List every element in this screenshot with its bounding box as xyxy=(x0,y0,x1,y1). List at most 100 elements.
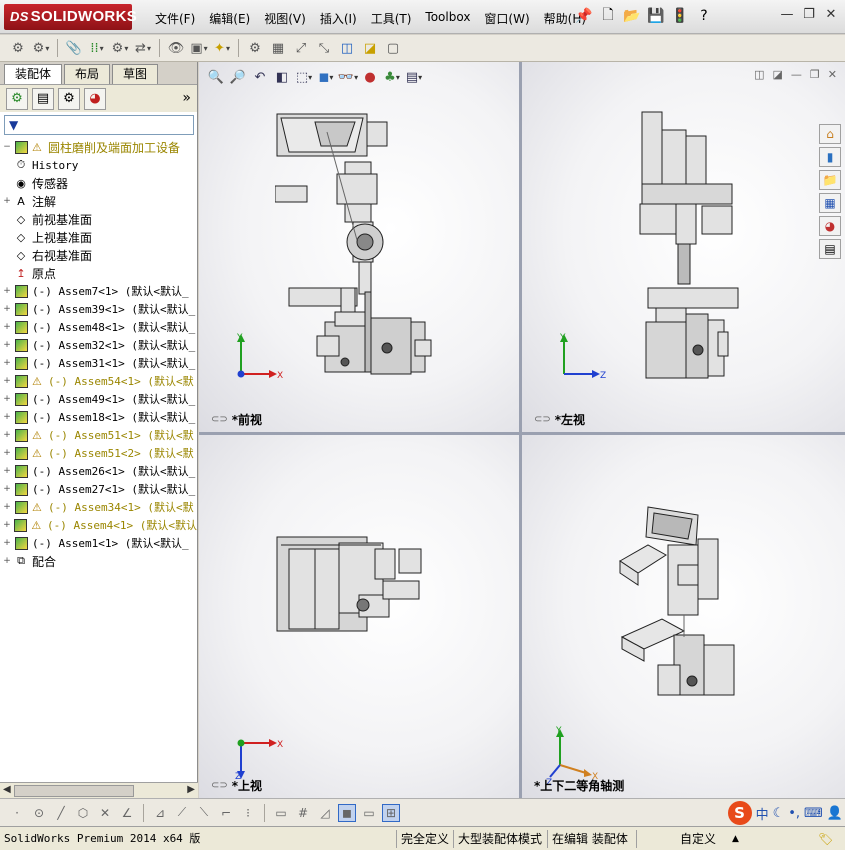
link-views-icon[interactable]: ⊂⊃ xyxy=(534,414,551,425)
expand-icon[interactable]: + xyxy=(2,412,12,422)
tree-component[interactable]: + ⚠ (-) Assem4<1> (默认<默认 xyxy=(2,516,197,534)
menu-file[interactable]: 文件(F) xyxy=(148,8,202,29)
status-units-caret[interactable]: ▲ xyxy=(732,830,739,848)
design-library-icon[interactable]: ▮ xyxy=(819,147,841,167)
tab-assembly[interactable]: 装配体 xyxy=(4,64,63,84)
help-icon[interactable]: ? xyxy=(694,6,714,26)
pin-icon[interactable]: 📌 xyxy=(574,6,594,26)
expand-icon[interactable]: + xyxy=(2,466,12,476)
move-component-icon[interactable]: ⇄ xyxy=(133,38,153,58)
view-settings-icon[interactable]: ▤ xyxy=(405,68,423,86)
menu-view[interactable]: 视图(V) xyxy=(257,8,313,29)
explode-line-sketch-icon[interactable]: ⤡ xyxy=(314,38,334,58)
expand-icon[interactable]: + xyxy=(2,304,12,314)
zoom-to-fit-icon[interactable]: 🔍 xyxy=(207,68,225,86)
view-palette-icon[interactable]: ▦ xyxy=(819,193,841,213)
view-orientation-icon[interactable]: ⬚ xyxy=(295,68,313,86)
expand-icon[interactable]: + xyxy=(2,322,12,332)
scroll-thumb[interactable] xyxy=(14,785,134,797)
expand-icon[interactable]: + xyxy=(2,502,12,512)
menu-window[interactable]: 窗口(W) xyxy=(477,8,536,29)
zoom-to-area-icon[interactable]: 🔎 xyxy=(229,68,247,86)
show-hidden-icon[interactable]: 👁 xyxy=(166,38,186,58)
custom-properties-icon[interactable]: ▤ xyxy=(819,239,841,259)
expand-icon[interactable]: + xyxy=(2,538,12,548)
save-icon[interactable]: 💾 xyxy=(646,6,666,26)
tree-component[interactable]: + (-) Assem32<1> (默认<默认_ xyxy=(2,336,197,354)
expand-icon[interactable]: + xyxy=(2,394,12,404)
display-manager-icon[interactable]: ◕ xyxy=(84,87,106,110)
model-isometric-view[interactable] xyxy=(618,505,748,715)
tree-component[interactable]: + (-) Assem31<1> (默认<默认_ xyxy=(2,354,197,372)
minimize-icon[interactable]: — xyxy=(779,6,795,24)
single-view-icon[interactable]: ▭ xyxy=(360,804,378,822)
relations-icon[interactable]: ⁝ xyxy=(239,804,257,822)
menu-tools[interactable]: 工具(T) xyxy=(364,8,419,29)
more-panels-icon[interactable]: » xyxy=(182,90,191,106)
tree-root[interactable]: − ⚠ 圆柱磨削及端面加工设备 xyxy=(2,138,197,156)
model-left-view[interactable] xyxy=(632,110,742,390)
polygon-icon[interactable]: ⬡ xyxy=(74,804,92,822)
property-manager-icon[interactable]: ▤ xyxy=(32,87,54,110)
previous-view-icon[interactable]: ↶ xyxy=(251,68,269,86)
viewport-horizontal-splitter[interactable] xyxy=(199,432,845,435)
mirror-icon[interactable]: ⟍ xyxy=(195,804,213,822)
tab-layout[interactable]: 布局 xyxy=(64,64,111,84)
rebuild-icon[interactable]: 🚦 xyxy=(670,6,690,26)
model-front-view[interactable] xyxy=(275,112,445,382)
link-views-icon[interactable]: ⊂⊃ xyxy=(211,780,228,791)
angle-icon[interactable]: ∠ xyxy=(118,804,136,822)
tag-icon[interactable]: 🏷 xyxy=(818,830,833,848)
expand-icon[interactable]: + xyxy=(2,358,12,368)
shaded-view-icon[interactable]: ◼ xyxy=(338,803,356,822)
tree-component[interactable]: + ⚠ (-) Assem34<1> (默认<默 xyxy=(2,498,197,516)
apply-scene-icon[interactable]: ♣ xyxy=(383,68,401,86)
appearances-icon[interactable]: ◕ xyxy=(819,216,841,236)
tree-component[interactable]: + (-) Assem26<1> (默认<默认_ xyxy=(2,462,197,480)
sogou-ime-logo[interactable]: S xyxy=(727,801,752,825)
point-icon[interactable]: · xyxy=(8,804,26,822)
file-explorer-icon[interactable]: 📁 xyxy=(819,170,841,190)
tree-horizontal-scrollbar[interactable]: ◀ ▶ xyxy=(0,782,198,798)
new-motion-study-icon[interactable]: ⚙ xyxy=(245,38,265,58)
viewport-isometric[interactable]: Y X Z *上下二等角轴测 xyxy=(522,435,845,798)
tree-item-mates[interactable]: + ⧉ 配合 xyxy=(2,552,197,570)
model-top-view[interactable] xyxy=(275,535,425,635)
expand-icon[interactable]: + xyxy=(2,484,12,494)
viewport-front[interactable]: Y X ⊂⊃ *前视 xyxy=(199,62,519,432)
smart-dimension-icon[interactable]: ⊿ xyxy=(151,804,169,822)
trim-icon[interactable]: ✕ xyxy=(96,804,114,822)
view-arrange-icon[interactable]: ◪ xyxy=(773,68,783,81)
edit-appearance-icon[interactable]: ● xyxy=(361,68,379,86)
tree-item[interactable]: ◉ 传感器 xyxy=(2,174,197,192)
tree-component[interactable]: + (-) Assem27<1> (默认<默认_ xyxy=(2,480,197,498)
ruler-icon[interactable]: ▭ xyxy=(272,804,290,822)
menu-edit[interactable]: 编辑(E) xyxy=(202,8,257,29)
keyboard-icon[interactable]: ⌨ xyxy=(804,806,823,821)
scroll-right-icon[interactable]: ▶ xyxy=(187,784,195,795)
status-units[interactable]: 自定义 xyxy=(680,830,716,848)
configuration-manager-icon[interactable]: ⚙ xyxy=(58,87,80,110)
triangle-icon[interactable]: ◿ xyxy=(316,804,334,822)
linear-pattern-icon[interactable]: ⁞⁞ xyxy=(87,38,107,58)
tree-component[interactable]: + (-) Assem39<1> (默认<默认_ xyxy=(2,300,197,318)
mate-icon[interactable]: 📎 xyxy=(64,38,84,58)
viewport-top[interactable]: X Z ⊂⊃ *上视 xyxy=(199,435,519,798)
expand-icon[interactable]: + xyxy=(2,430,12,440)
circle-icon[interactable]: ⊙ xyxy=(30,804,48,822)
expand-icon[interactable]: + xyxy=(2,376,12,386)
tab-sketch[interactable]: 草图 xyxy=(112,64,159,84)
restore-icon[interactable]: ❐ xyxy=(801,6,817,24)
expand-icon[interactable]: + xyxy=(2,556,12,566)
close-icon[interactable]: ✕ xyxy=(823,6,839,24)
grid-icon[interactable]: # xyxy=(294,804,312,822)
corner-icon[interactable]: ⌐ xyxy=(217,804,235,822)
clearance-verification-icon[interactable]: ◪ xyxy=(360,38,380,58)
tree-component[interactable]: + ⚠ (-) Assem54<1> (默认<默 xyxy=(2,372,197,390)
interference-detection-icon[interactable]: ◫ xyxy=(337,38,357,58)
punctuation-icon[interactable]: •, xyxy=(788,806,800,821)
new-document-icon[interactable]: 🗋 xyxy=(598,6,618,26)
solidworks-resources-icon[interactable]: ⌂ xyxy=(819,124,841,144)
menu-toolbox[interactable]: Toolbox xyxy=(418,8,477,29)
exploded-view-icon[interactable]: ⤢ xyxy=(291,38,311,58)
